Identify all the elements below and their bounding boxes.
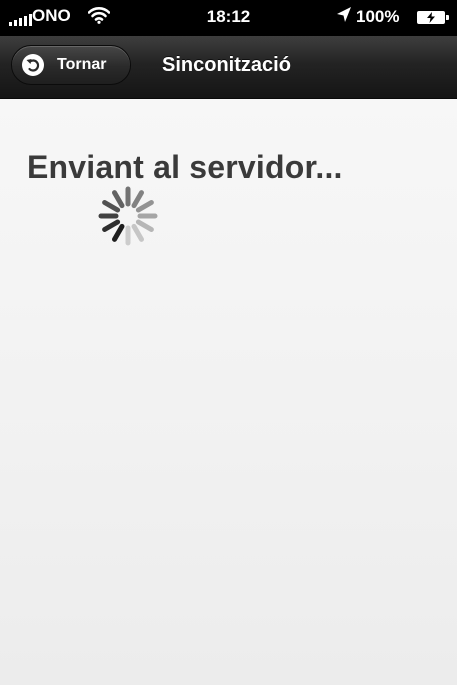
sync-status-message: Enviant al servidor... [27,149,343,185]
spinner-spoke [102,219,121,232]
activity-spinner-icon [98,186,158,246]
back-button[interactable]: Tornar [11,45,131,85]
battery-percentage: 100% [356,7,400,26]
content-area: Enviant al servidor... [0,99,457,685]
spinner-spoke [131,190,144,209]
spinner-spoke [131,223,144,242]
back-button-label: Tornar [57,56,107,73]
spinner-spoke [135,219,154,232]
location-arrow-icon [336,6,352,29]
back-arrow-icon [22,54,44,76]
status-bar: ONO 18:12 100% [0,0,457,36]
spinner-spoke [112,223,125,242]
battery-charging-icon [417,11,449,24]
page-title: Sinconització [162,54,291,76]
spinner-spoke [135,200,154,213]
spinner-spoke [112,190,125,209]
sync-screen: ONO 18:12 100% Tornar Sinconització Envi… [0,0,457,685]
navigation-bar: Tornar Sinconització [0,36,457,99]
spinner-spoke [102,200,121,213]
